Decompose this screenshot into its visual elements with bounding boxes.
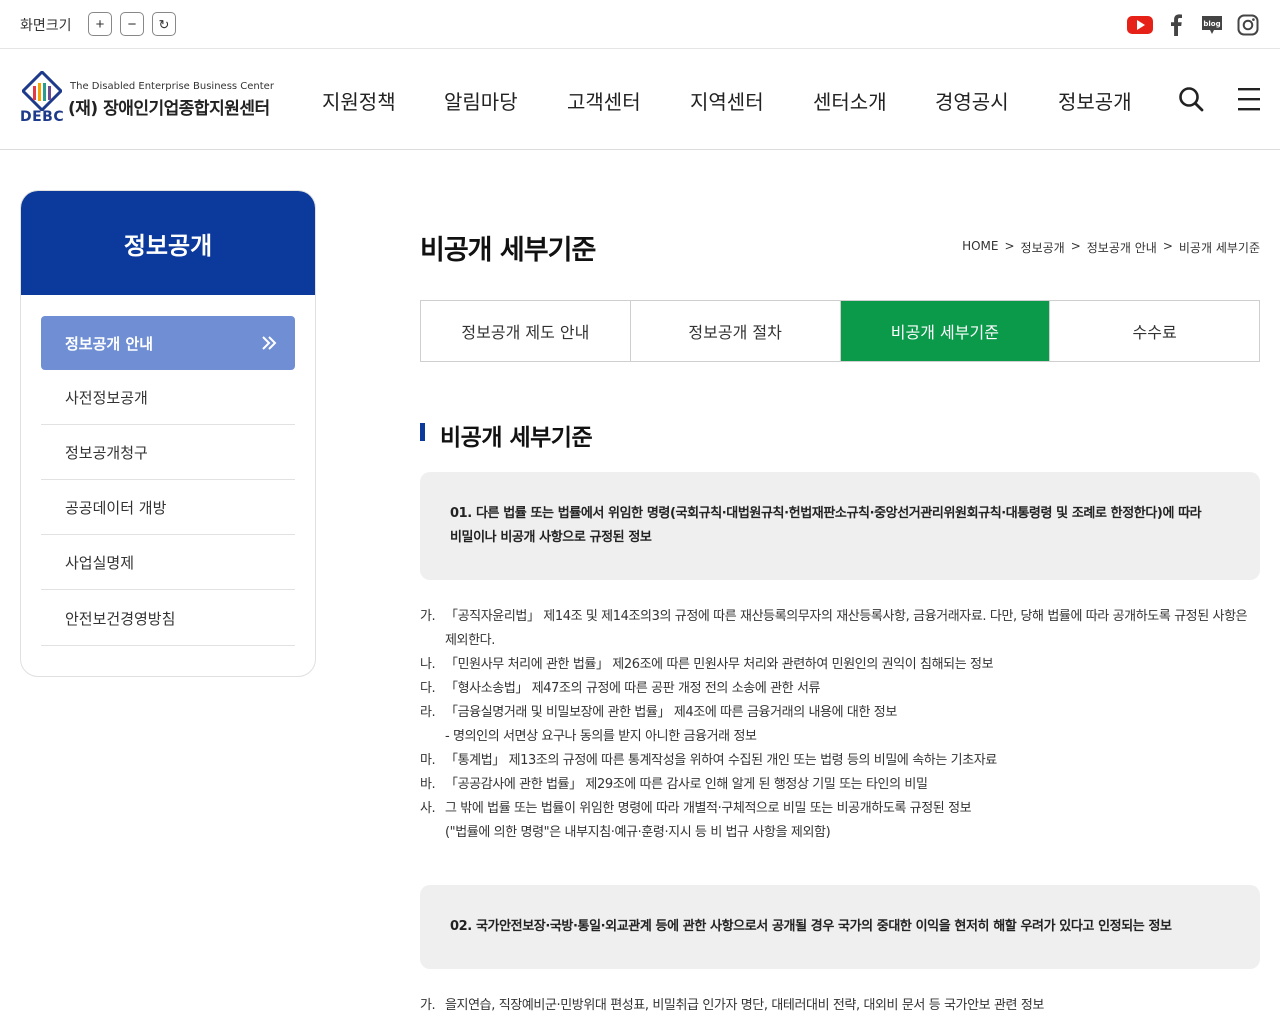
logo-english: The Disabled Enterprise Business Center bbox=[70, 81, 274, 92]
zoom-label: 화면크기 bbox=[20, 18, 72, 34]
nav-item-support-policy[interactable]: 지원정책 bbox=[322, 86, 396, 115]
criteria-text: 01. 다른 법률 또는 법률에서 위임한 명령(국회규칙·대법원규칙·헌법재판… bbox=[450, 506, 1202, 521]
nav-item-information-disclosure[interactable]: 정보공개 bbox=[1058, 86, 1132, 115]
list-marker: 라. bbox=[420, 705, 436, 720]
breadcrumb: HOME > 정보공개 > 정보공개 안내 > 비공개 세부기준 bbox=[962, 239, 1260, 256]
list-marker: 나. bbox=[420, 657, 436, 672]
logo-mark-icon bbox=[22, 71, 62, 111]
logo-korean: (재) 장애인기업종합지원센터 bbox=[68, 99, 270, 119]
criteria-box-02: 02. 국가안전보장·국방·통일·외교관계 등에 관한 사항으로서 공개될 경우… bbox=[420, 885, 1260, 969]
list-item: 마. 「통계법」 제13조의 규정에 따른 통계작성을 위하여 수집된 개인 또… bbox=[420, 749, 1260, 773]
list-text: 제외한다. bbox=[445, 633, 495, 648]
list-text: 「통계법」 제13조의 규정에 따른 통계작성을 위하여 수집된 개인 또는 법… bbox=[445, 753, 997, 768]
breadcrumb-separator: > bbox=[1162, 239, 1173, 253]
page-title: 비공개 세부기준 bbox=[420, 235, 596, 266]
list-marker: 마. bbox=[420, 753, 436, 768]
nav-item-notice[interactable]: 알림마당 bbox=[444, 86, 518, 115]
criteria-text: 비밀이나 비공개 사항으로 규정된 정보 bbox=[450, 530, 652, 545]
tab-non-disclosure-criteria[interactable]: 비공개 세부기준 bbox=[840, 301, 1051, 361]
list-item: 나. 「민원사무 처리에 관한 법률」 제26조에 따른 민원사무 처리와 관련… bbox=[420, 653, 1260, 677]
list-text: 을지연습, 직장예비군·민방위대 편성표, 비밀취급 인가자 명단, 대테러대비… bbox=[445, 998, 1044, 1013]
breadcrumb-separator: > bbox=[1070, 239, 1081, 253]
list-text: 「민원사무 처리에 관한 법률」 제26조에 따른 민원사무 처리와 관련하여 … bbox=[445, 657, 994, 672]
zoom-reset-button[interactable]: ↻ bbox=[152, 12, 176, 36]
youtube-icon[interactable] bbox=[1127, 12, 1153, 38]
list-text: 「공공감사에 관한 법률」 제29조에 따른 감사로 인해 알게 된 행정상 기… bbox=[445, 777, 928, 792]
criteria-list-01: 가. 「공직자윤리법」 제14조 및 제14조의3의 규정에 따른 재산등록의무… bbox=[420, 605, 1260, 845]
sidebar-item-public-data[interactable]: 공공데이터 개방 bbox=[41, 480, 295, 535]
sidebar-item-safety-policy[interactable]: 안전보건경영방침 bbox=[41, 591, 295, 646]
list-item: 바. 「공공감사에 관한 법률」 제29조에 따른 감사로 인해 알게 된 행정… bbox=[420, 773, 1260, 797]
criteria-text: 02. 국가안전보장·국방·통일·외교관계 등에 관한 사항으로서 공개될 경우… bbox=[450, 919, 1172, 934]
list-text: ("법률에 의한 명령"은 내부지침·예규·훈령·지시 등 비 법규 사항을 제… bbox=[445, 825, 831, 840]
tab-procedure[interactable]: 정보공개 절차 bbox=[631, 301, 841, 361]
main-header: The Disabled Enterprise Business Center … bbox=[0, 49, 1280, 150]
sidebar-item-label: 정보공개 안내 bbox=[65, 334, 154, 353]
sidebar-item-disclosure-request[interactable]: 정보공개청구 bbox=[41, 425, 295, 480]
breadcrumb-current: 비공개 세부기준 bbox=[1178, 241, 1260, 255]
list-item: 가. 「공직자윤리법」 제14조 및 제14조의3의 규정에 따른 재산등록의무… bbox=[420, 605, 1260, 653]
site-logo[interactable]: The Disabled Enterprise Business Center … bbox=[20, 71, 285, 129]
facebook-icon[interactable] bbox=[1163, 12, 1189, 38]
sidebar: 정보공개 정보공개 안내 사전정보공개 정보공개청구 공공데이터 개방 사업실명… bbox=[20, 190, 316, 677]
nav-item-customer-center[interactable]: 고객센터 bbox=[567, 86, 641, 115]
sidebar-item-prior-disclosure[interactable]: 사전정보공개 bbox=[41, 370, 295, 425]
tab-fees[interactable]: 수수료 bbox=[1050, 301, 1259, 361]
section-title: 비공개 세부기준 bbox=[420, 418, 593, 452]
list-text: 「금융실명거래 및 비밀보장에 관한 법률」 제4조에 따른 금융거래의 내용에… bbox=[445, 705, 897, 720]
sidebar-item-info-disclosure-guide[interactable]: 정보공개 안내 bbox=[41, 316, 295, 370]
double-chevron-right-icon bbox=[262, 336, 277, 350]
criteria-list-02: 가. 을지연습, 직장예비군·민방위대 편성표, 비밀취급 인가자 명단, 대테… bbox=[420, 994, 1260, 1018]
logo-short: DEBC bbox=[20, 109, 65, 125]
utility-bar: 화면크기 + − ↻ blog bbox=[0, 0, 1280, 49]
sidebar-item-project-real-name[interactable]: 사업실명제 bbox=[41, 535, 295, 590]
nav-item-about[interactable]: 센터소개 bbox=[813, 86, 887, 115]
list-text: 그 밖에 법률 또는 법률이 위임한 명령에 따라 개별적·구체적으로 비밀 또… bbox=[445, 801, 972, 816]
list-marker: 사. bbox=[420, 801, 436, 816]
breadcrumb-separator: > bbox=[1004, 239, 1015, 253]
list-text: 「형사소송법」 제47조의 규정에 따른 공판 개정 전의 소송에 관한 서류 bbox=[445, 681, 821, 696]
breadcrumb-disclosure-guide[interactable]: 정보공개 안내 bbox=[1087, 239, 1157, 256]
list-marker: 바. bbox=[420, 777, 436, 792]
instagram-icon[interactable] bbox=[1235, 12, 1261, 38]
menu-icon[interactable] bbox=[1236, 85, 1264, 113]
breadcrumb-info-disclosure[interactable]: 정보공개 bbox=[1021, 239, 1065, 256]
nav-item-management-disclosure[interactable]: 경영공시 bbox=[935, 86, 1009, 115]
blog-icon[interactable]: blog bbox=[1199, 12, 1225, 38]
sidebar-title: 정보공개 bbox=[21, 191, 315, 295]
search-icon[interactable] bbox=[1177, 85, 1205, 113]
list-item: 사. 그 밖에 법률 또는 법률이 위임한 명령에 따라 개별적·구체적으로 비… bbox=[420, 797, 1260, 845]
zoom-out-button[interactable]: − bbox=[120, 12, 144, 36]
list-marker: 다. bbox=[420, 681, 436, 696]
criteria-box-01: 01. 다른 법률 또는 법률에서 위임한 명령(국회규칙·대법원규칙·헌법재판… bbox=[420, 472, 1260, 580]
list-item: 다. 「형사소송법」 제47조의 규정에 따른 공판 개정 전의 소송에 관한 … bbox=[420, 677, 1260, 701]
list-marker: 가. bbox=[420, 998, 436, 1013]
list-text: 「공직자윤리법」 제14조 및 제14조의3의 규정에 따른 재산등록의무자의 … bbox=[445, 609, 1248, 624]
nav-item-regional-center[interactable]: 지역센터 bbox=[690, 86, 764, 115]
list-item: 가. 을지연습, 직장예비군·민방위대 편성표, 비밀취급 인가자 명단, 대테… bbox=[420, 994, 1260, 1018]
zoom-in-button[interactable]: + bbox=[88, 12, 112, 36]
list-item: 라. 「금융실명거래 및 비밀보장에 관한 법률」 제4조에 따른 금융거래의 … bbox=[420, 701, 1260, 749]
content-tabs: 정보공개 제도 안내 정보공개 절차 비공개 세부기준 수수료 bbox=[420, 300, 1260, 362]
list-text: - 명의인의 서면상 요구나 동의를 받지 아니한 금융거래 정보 bbox=[445, 729, 757, 744]
breadcrumb-home[interactable]: HOME bbox=[962, 239, 998, 256]
list-marker: 가. bbox=[420, 609, 436, 624]
tab-system-guide[interactable]: 정보공개 제도 안내 bbox=[421, 301, 631, 361]
blog-text: blog bbox=[1203, 20, 1220, 28]
